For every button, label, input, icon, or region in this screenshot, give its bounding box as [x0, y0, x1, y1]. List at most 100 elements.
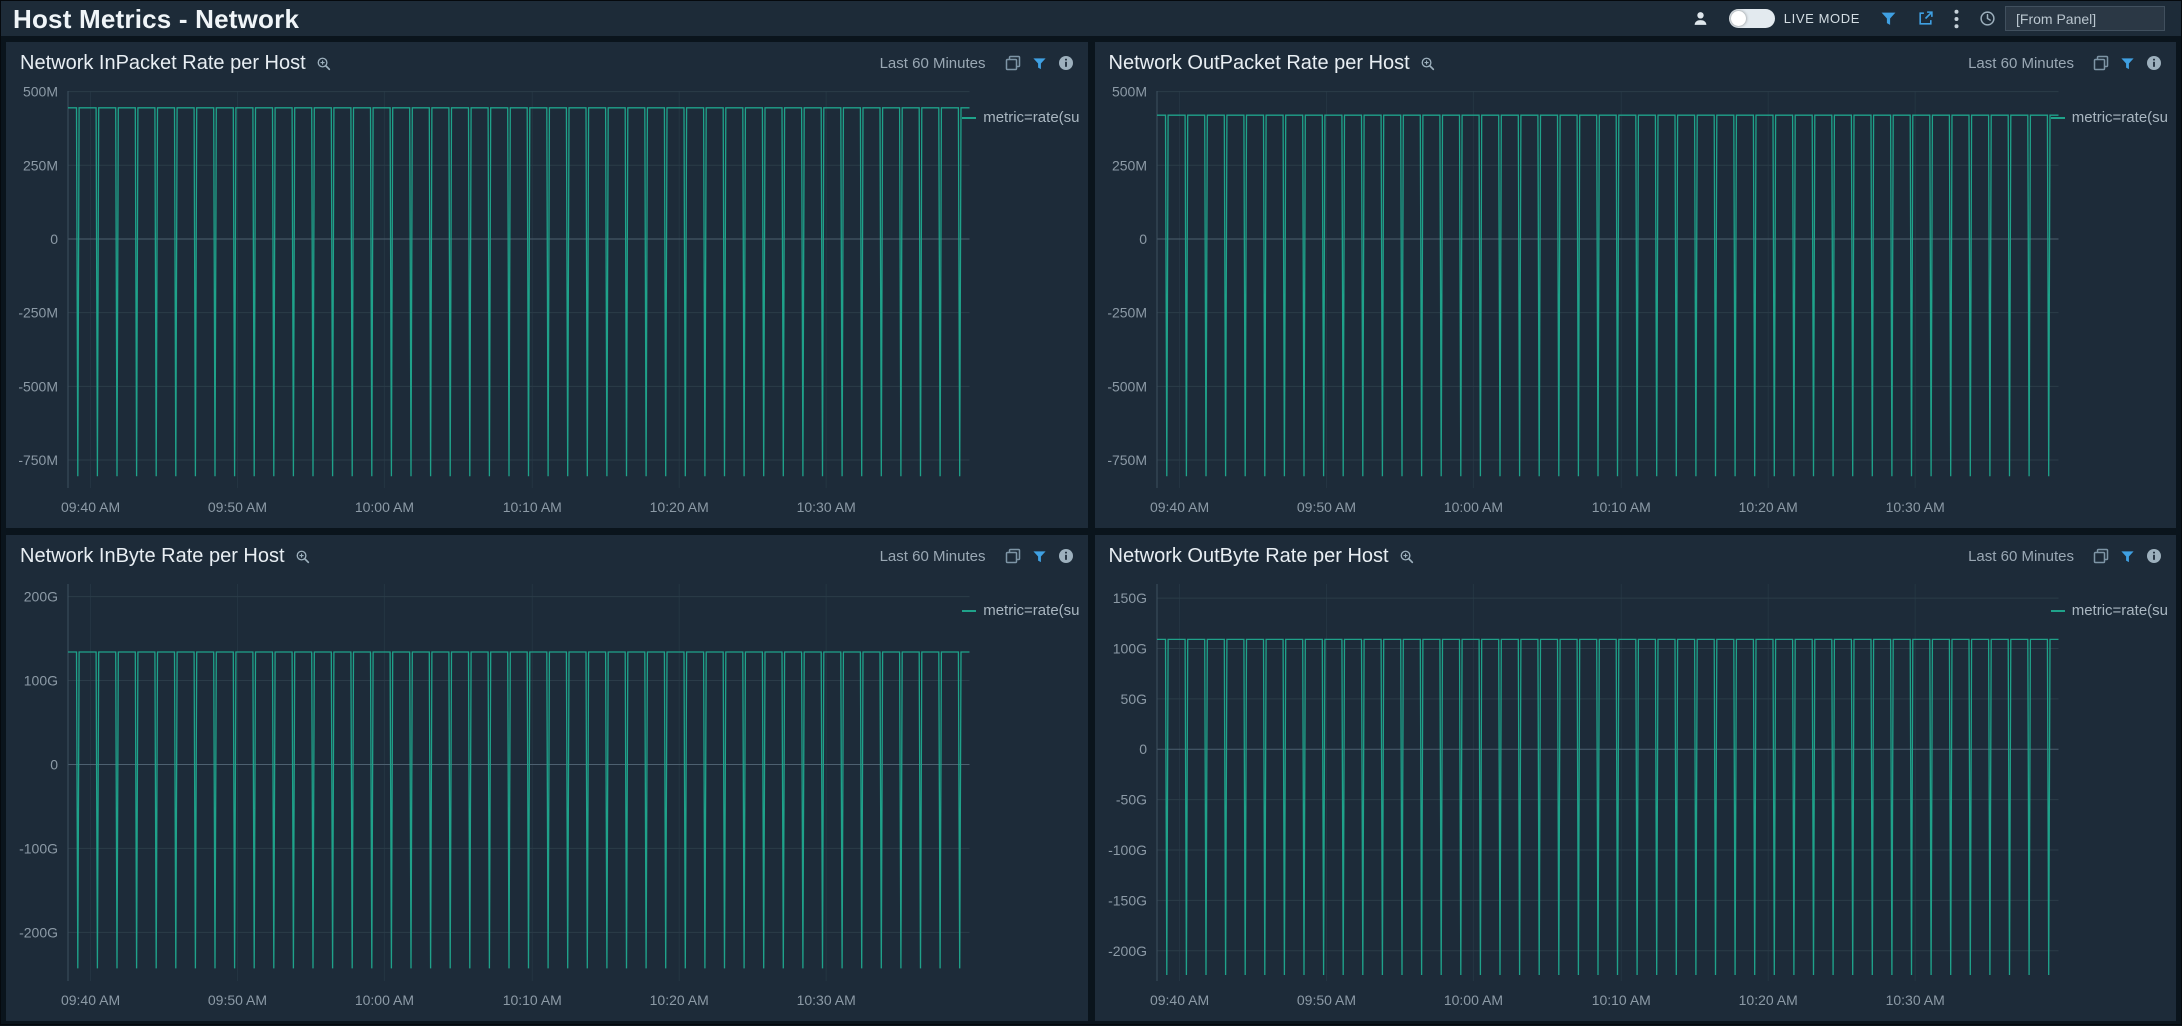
- svg-text:0: 0: [1139, 231, 1147, 247]
- legend-swatch: [962, 610, 976, 612]
- panel-actions: Last 60 Minutes: [1968, 548, 2162, 565]
- panel-actions: Last 60 Minutes: [880, 548, 1074, 565]
- svg-text:-150G: -150G: [1108, 892, 1147, 908]
- page-title: Host Metrics - Network: [13, 6, 299, 32]
- panel-filter-icon[interactable]: [1032, 56, 1047, 71]
- user-icon[interactable]: [1692, 10, 1709, 27]
- legend-label: metric=rate(su: [983, 109, 1079, 126]
- chart-legend[interactable]: metric=rate(su: [2051, 602, 2168, 619]
- svg-text:09:40 AM: 09:40 AM: [61, 992, 120, 1008]
- info-icon[interactable]: [2146, 55, 2162, 71]
- svg-text:-200G: -200G: [1108, 943, 1147, 959]
- time-range-value[interactable]: [From Panel]: [2005, 6, 2165, 31]
- zoom-in-icon[interactable]: [295, 549, 310, 564]
- svg-text:100G: 100G: [24, 673, 58, 689]
- copy-panel-icon[interactable]: [1005, 55, 1021, 71]
- svg-text:200G: 200G: [24, 589, 58, 605]
- zoom-in-icon[interactable]: [1399, 549, 1414, 564]
- chart-area: 09:40 AM09:50 AM10:00 AM10:10 AM10:20 AM…: [1095, 79, 2177, 528]
- svg-text:-250M: -250M: [1107, 305, 1147, 321]
- svg-text:09:40 AM: 09:40 AM: [1149, 992, 1208, 1008]
- chart-legend[interactable]: metric=rate(su: [2051, 109, 2168, 126]
- svg-text:10:10 AM: 10:10 AM: [1591, 499, 1650, 515]
- info-icon[interactable]: [1058, 55, 1074, 71]
- svg-text:09:50 AM: 09:50 AM: [208, 992, 267, 1008]
- panel-title: Network OutByte Rate per Host: [1109, 544, 1389, 568]
- zoom-in-icon[interactable]: [316, 56, 331, 71]
- line-chart[interactable]: 09:40 AM09:50 AM10:00 AM10:10 AM10:20 AM…: [6, 572, 1088, 1021]
- info-icon[interactable]: [1058, 548, 1074, 564]
- svg-text:0: 0: [50, 231, 58, 247]
- svg-text:-750M: -750M: [18, 452, 58, 468]
- svg-text:-200G: -200G: [19, 924, 58, 940]
- svg-text:10:00 AM: 10:00 AM: [355, 499, 414, 515]
- kebab-menu-icon[interactable]: [1954, 9, 1959, 29]
- panel-actions: Last 60 Minutes: [1968, 55, 2162, 72]
- dashboard-header: Host Metrics - Network LIVE MODE: [1, 1, 2181, 37]
- svg-text:0: 0: [50, 756, 58, 772]
- panel-header: Network InByte Rate per Host Last 60 Min…: [6, 535, 1088, 572]
- chart-legend[interactable]: metric=rate(su: [962, 602, 1079, 619]
- svg-text:10:20 AM: 10:20 AM: [1738, 499, 1797, 515]
- svg-text:-50G: -50G: [1115, 792, 1146, 808]
- share-icon[interactable]: [1917, 10, 1934, 27]
- time-range-control: [From Panel]: [1979, 6, 2165, 31]
- svg-text:10:30 AM: 10:30 AM: [797, 992, 856, 1008]
- svg-text:10:10 AM: 10:10 AM: [503, 499, 562, 515]
- panel-filter-icon[interactable]: [2120, 549, 2135, 564]
- svg-text:10:10 AM: 10:10 AM: [503, 992, 562, 1008]
- svg-text:-100G: -100G: [1108, 842, 1147, 858]
- legend-label: metric=rate(su: [2072, 602, 2168, 619]
- svg-text:09:40 AM: 09:40 AM: [61, 499, 120, 515]
- line-chart[interactable]: 09:40 AM09:50 AM10:00 AM10:10 AM10:20 AM…: [1095, 79, 2177, 528]
- panel-time-range: Last 60 Minutes: [880, 548, 986, 565]
- svg-text:250M: 250M: [23, 157, 58, 173]
- panel-header: Network InPacket Rate per Host Last 60 M…: [6, 42, 1088, 79]
- info-icon[interactable]: [2146, 548, 2162, 564]
- svg-text:-100G: -100G: [19, 840, 58, 856]
- live-mode-label: LIVE MODE: [1784, 11, 1860, 26]
- chart-area: 09:40 AM09:50 AM10:00 AM10:10 AM10:20 AM…: [6, 572, 1088, 1021]
- svg-text:10:30 AM: 10:30 AM: [1885, 992, 1944, 1008]
- panel-filter-icon[interactable]: [1032, 549, 1047, 564]
- panel-filter-icon[interactable]: [2120, 56, 2135, 71]
- svg-text:09:40 AM: 09:40 AM: [1149, 499, 1208, 515]
- live-mode-toggle[interactable]: [1729, 9, 1775, 28]
- panel-title: Network OutPacket Rate per Host: [1109, 51, 1410, 75]
- svg-text:09:50 AM: 09:50 AM: [1296, 992, 1355, 1008]
- svg-text:10:10 AM: 10:10 AM: [1591, 992, 1650, 1008]
- zoom-in-icon[interactable]: [1420, 56, 1435, 71]
- chart-area: 09:40 AM09:50 AM10:00 AM10:10 AM10:20 AM…: [6, 79, 1088, 528]
- copy-panel-icon[interactable]: [2093, 548, 2109, 564]
- clock-icon: [1979, 10, 1996, 27]
- line-chart[interactable]: 09:40 AM09:50 AM10:00 AM10:10 AM10:20 AM…: [6, 79, 1088, 528]
- svg-text:500M: 500M: [1111, 84, 1146, 100]
- svg-text:10:00 AM: 10:00 AM: [1443, 499, 1502, 515]
- svg-text:100G: 100G: [1112, 640, 1146, 656]
- panel-network-outpacket-rate: Network OutPacket Rate per Host Last 60 …: [1095, 42, 2177, 528]
- panel-header: Network OutPacket Rate per Host Last 60 …: [1095, 42, 2177, 79]
- legend-label: metric=rate(su: [983, 602, 1079, 619]
- chart-area: 09:40 AM09:50 AM10:00 AM10:10 AM10:20 AM…: [1095, 572, 2177, 1021]
- filter-icon[interactable]: [1880, 10, 1897, 27]
- legend-swatch: [962, 117, 976, 119]
- svg-text:10:20 AM: 10:20 AM: [1738, 992, 1797, 1008]
- copy-panel-icon[interactable]: [2093, 55, 2109, 71]
- panel-title: Network InPacket Rate per Host: [20, 51, 306, 75]
- svg-text:50G: 50G: [1120, 691, 1146, 707]
- chart-legend[interactable]: metric=rate(su: [962, 109, 1079, 126]
- copy-panel-icon[interactable]: [1005, 548, 1021, 564]
- header-controls: LIVE MODE [From Panel]: [1692, 6, 2165, 31]
- toggle-knob: [1731, 11, 1746, 26]
- panel-actions: Last 60 Minutes: [880, 55, 1074, 72]
- svg-text:250M: 250M: [1111, 157, 1146, 173]
- live-mode-control[interactable]: LIVE MODE: [1729, 9, 1860, 28]
- svg-text:10:00 AM: 10:00 AM: [355, 992, 414, 1008]
- panel-time-range: Last 60 Minutes: [1968, 55, 2074, 72]
- svg-text:09:50 AM: 09:50 AM: [208, 499, 267, 515]
- svg-text:-500M: -500M: [1107, 378, 1147, 394]
- panel-time-range: Last 60 Minutes: [880, 55, 986, 72]
- line-chart[interactable]: 09:40 AM09:50 AM10:00 AM10:10 AM10:20 AM…: [1095, 572, 2177, 1021]
- svg-text:10:30 AM: 10:30 AM: [797, 499, 856, 515]
- panel-network-outbyte-rate: Network OutByte Rate per Host Last 60 Mi…: [1095, 535, 2177, 1021]
